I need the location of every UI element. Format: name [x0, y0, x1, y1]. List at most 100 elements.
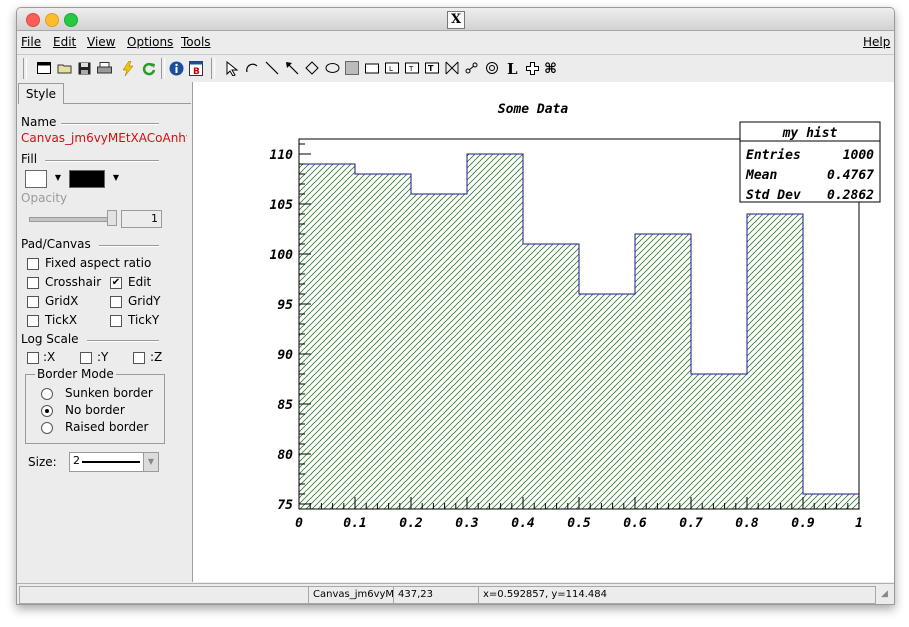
histogram-bars: [298, 153, 860, 509]
text-icon[interactable]: T: [424, 60, 440, 76]
svg-text:⌘: ⌘: [544, 61, 557, 75]
x-tick-label: 0.3: [455, 516, 479, 531]
cut-icon[interactable]: [444, 60, 460, 76]
toolbar: B L T T L ⌘: [17, 54, 894, 83]
gridy-label: GridY: [128, 294, 161, 308]
ellipse-icon[interactable]: [324, 60, 340, 76]
opacity-label: Opacity: [21, 191, 68, 205]
fill-pattern-dropdown-icon[interactable]: ▼: [111, 169, 121, 187]
stats-entries-label: Entries: [746, 148, 801, 163]
gridy-checkbox[interactable]: [110, 296, 122, 308]
menu-tools[interactable]: Tools: [181, 35, 211, 49]
divider: [87, 340, 159, 342]
toolbar-separator: [161, 58, 165, 79]
latex-icon[interactable]: L: [504, 60, 520, 76]
curly-line-icon[interactable]: [484, 60, 500, 76]
menu-file[interactable]: File: [21, 35, 41, 49]
menu-options[interactable]: Options: [127, 35, 173, 49]
log-z-checkbox[interactable]: [133, 352, 145, 364]
new-canvas-icon[interactable]: [36, 60, 52, 76]
pavelabel-icon[interactable]: T: [404, 60, 420, 76]
pointer-icon[interactable]: [224, 60, 240, 76]
minimize-window-button[interactable]: [45, 13, 59, 27]
menu-view[interactable]: View: [87, 35, 115, 49]
histogram-bin: [635, 234, 691, 509]
y-tick-label: 110: [270, 148, 294, 163]
style-editor-panel: Style Name Canvas_jm6vyMEtXACoAnhy Fill …: [17, 82, 193, 582]
opacity-value-field[interactable]: 1: [121, 210, 162, 228]
arrow-icon[interactable]: [284, 60, 300, 76]
size-label: Size:: [28, 455, 57, 469]
border-size-select[interactable]: 2 ▼: [69, 452, 159, 472]
ticky-checkbox[interactable]: [110, 315, 122, 327]
marker-icon[interactable]: [524, 60, 540, 76]
print-icon[interactable]: [96, 60, 112, 76]
status-object-info: [19, 586, 309, 604]
close-window-button[interactable]: [26, 13, 40, 27]
edit-checkbox[interactable]: ✔: [110, 277, 122, 289]
refresh-icon[interactable]: [140, 60, 156, 76]
fill-color-swatch[interactable]: [25, 170, 47, 188]
pave-icon[interactable]: [364, 60, 380, 76]
crosshair-checkbox[interactable]: [27, 277, 39, 289]
gridx-checkbox[interactable]: [27, 296, 39, 308]
y-tick-label: 80: [277, 448, 293, 463]
canvas-name-value[interactable]: Canvas_jm6vyMEtXACoAnhy: [21, 131, 187, 145]
edit-label: Edit: [128, 275, 152, 289]
fill-pattern-swatch[interactable]: [69, 170, 105, 188]
open-folder-icon[interactable]: [56, 60, 72, 76]
no-border-radio[interactable]: [41, 405, 53, 417]
ticky-label: TickY: [128, 313, 160, 327]
title-bar[interactable]: X: [17, 8, 894, 31]
line-width-preview: [82, 461, 140, 463]
y-tick-label: 90: [277, 348, 293, 363]
border-mode-label: Border Mode: [35, 367, 116, 381]
divider: [61, 123, 159, 125]
tickx-checkbox[interactable]: [27, 315, 39, 327]
raised-border-label: Raised border: [65, 420, 149, 434]
histogram-canvas[interactable]: Some Data 0 0.1 0.2 0.3 0.4 0.5 0.6 0.7 0.8 0.9 1 7…: [193, 82, 894, 582]
x-tick-label: 0.2: [399, 516, 423, 531]
graph-icon[interactable]: [464, 60, 480, 76]
y-tick-label: 95: [277, 298, 293, 313]
menu-help[interactable]: Help: [863, 35, 890, 49]
diamond-icon[interactable]: [304, 60, 320, 76]
log-x-checkbox[interactable]: [27, 352, 39, 364]
stats-box[interactable]: my hist Entries 1000 Mean 0.4767 Std Dev…: [739, 121, 881, 203]
line-icon[interactable]: [264, 60, 280, 76]
log-y-label: :Y: [97, 350, 109, 364]
save-icon[interactable]: [76, 60, 92, 76]
fill-color-dropdown-icon[interactable]: ▼: [53, 169, 63, 187]
info-icon[interactable]: [168, 60, 184, 76]
menu-bar: File Edit View Options Tools Help: [17, 31, 894, 53]
quit-root-icon[interactable]: [120, 60, 136, 76]
stats-stddev-label: Std Dev: [746, 188, 801, 203]
sunken-border-radio[interactable]: [41, 388, 53, 400]
zoom-window-button[interactable]: [64, 13, 78, 27]
pavetext-icon[interactable]: L: [384, 60, 400, 76]
name-label: Name: [21, 115, 57, 129]
resize-grip-icon[interactable]: ◢: [881, 589, 891, 599]
raised-border-radio[interactable]: [41, 422, 53, 434]
log-scale-label: Log Scale: [21, 332, 79, 346]
y-tick-label: 105: [270, 198, 294, 213]
svg-text:T: T: [428, 64, 434, 73]
histogram-bin: [747, 214, 803, 509]
x-tick-label: 0.9: [791, 516, 815, 531]
crosshair-label: Crosshair: [45, 275, 102, 289]
divider: [45, 160, 159, 162]
x-tick-label: 0.1: [343, 516, 366, 531]
browser-icon[interactable]: B: [188, 60, 204, 76]
command-icon[interactable]: ⌘: [544, 60, 560, 76]
log-y-checkbox[interactable]: [80, 352, 92, 364]
pad-icon[interactable]: [344, 60, 360, 76]
arc-icon[interactable]: [244, 60, 260, 76]
fixed-aspect-checkbox[interactable]: [27, 258, 39, 270]
opacity-slider-handle[interactable]: [107, 210, 117, 226]
histogram-bin: [411, 194, 467, 509]
chevron-down-icon[interactable]: ▼: [143, 453, 158, 471]
divider: [99, 245, 159, 247]
tab-style[interactable]: Style: [18, 83, 64, 104]
menu-edit[interactable]: Edit: [53, 35, 76, 49]
opacity-slider-track[interactable]: [29, 217, 115, 222]
